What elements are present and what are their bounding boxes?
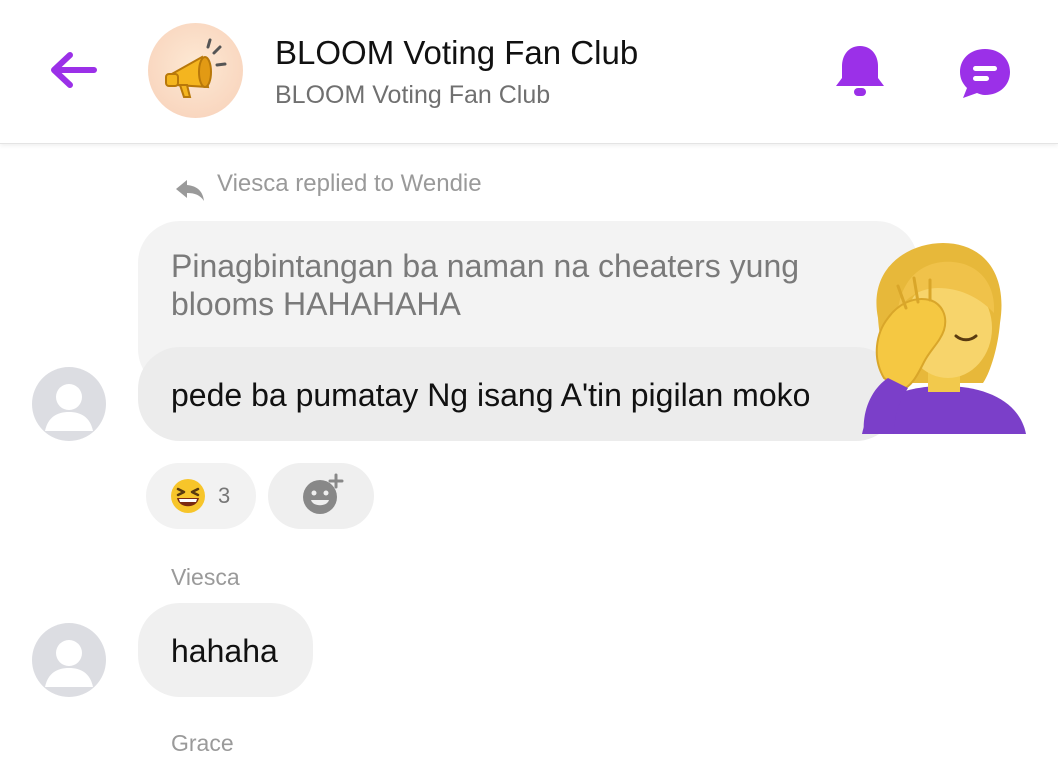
add-reaction-icon xyxy=(303,473,344,514)
sender-name: Viesca xyxy=(171,564,240,590)
back-button[interactable] xyxy=(44,44,104,96)
chat-title: BLOOM Voting Fan Club xyxy=(275,34,639,71)
message-text: hahaha xyxy=(171,633,278,669)
message-text: pede ba pumatay Ng isang A'tin pigilan m… xyxy=(171,377,811,413)
sender-avatar[interactable] xyxy=(32,623,106,697)
chat-header: BLOOM Voting Fan Club BLOOM Voting Fan C… xyxy=(0,0,1058,144)
sender-avatar[interactable] xyxy=(32,367,106,441)
chat-button[interactable] xyxy=(955,45,1015,100)
reply-arrow-icon xyxy=(176,180,204,201)
woman-facepalming-emoji xyxy=(862,243,1026,434)
default-user-icon xyxy=(45,640,93,687)
quoted-message-text: Pinagbintangan ba naman na cheaters yung… xyxy=(171,248,800,322)
chat-bubble-icon xyxy=(960,49,1010,98)
reaction-chip[interactable]: 3 xyxy=(146,463,256,529)
bell-icon xyxy=(836,46,884,96)
sender-name: Grace xyxy=(171,730,234,756)
default-user-icon xyxy=(45,384,93,431)
reaction-count: 3 xyxy=(218,483,231,508)
group-avatar[interactable] xyxy=(148,23,243,118)
chat-subtitle: BLOOM Voting Fan Club xyxy=(275,81,551,109)
reply-note-text: Viesca replied to Wendie xyxy=(217,170,482,197)
notifications-button[interactable] xyxy=(832,42,888,102)
megaphone-icon xyxy=(165,38,227,98)
add-reaction-button[interactable] xyxy=(268,463,374,529)
grinning-squinting-face-emoji xyxy=(171,479,205,513)
arrow-left-icon xyxy=(51,52,97,88)
